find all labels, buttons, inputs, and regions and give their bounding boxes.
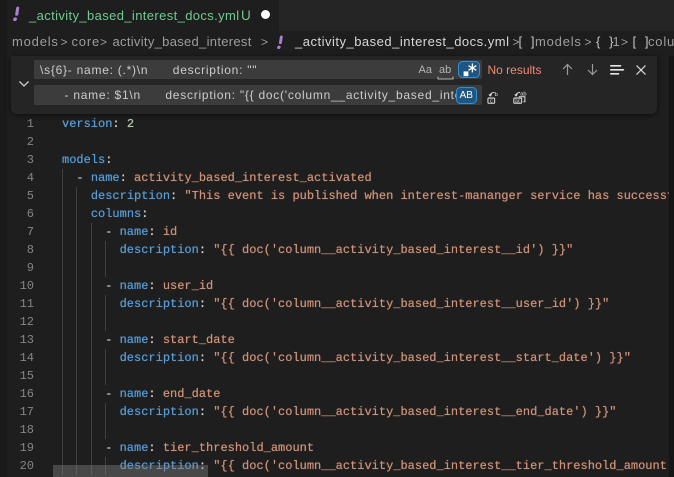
- svg-text:ab: ab: [520, 91, 526, 97]
- svg-text:c: c: [490, 98, 493, 104]
- svg-text:b: b: [495, 91, 498, 97]
- svg-text:ac: ac: [515, 98, 521, 104]
